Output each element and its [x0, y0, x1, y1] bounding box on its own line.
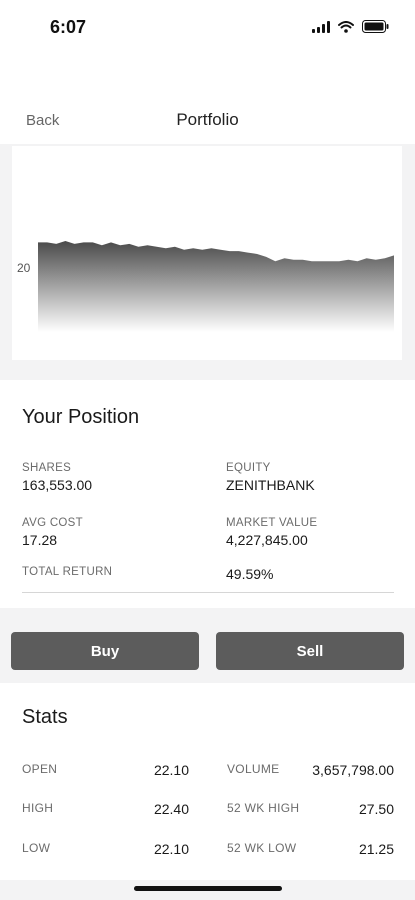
position-heading: Your Position: [22, 406, 140, 428]
total-return-label: TOTAL RETURN: [22, 566, 113, 578]
cellular-signal-icon: [312, 20, 330, 33]
low-label: LOW: [22, 841, 51, 855]
avg-cost-value: 17.28: [22, 532, 58, 548]
avg-cost-label: AVG COST: [22, 517, 83, 529]
stats-heading: Stats: [22, 706, 68, 728]
status-bar: 6:07: [0, 0, 415, 56]
price-chart[interactable]: 20: [12, 146, 402, 360]
equity-label: EQUITY: [226, 462, 271, 474]
52-week-low-label: 52 WK LOW: [227, 841, 297, 855]
sell-button[interactable]: Sell: [216, 632, 404, 670]
y-tick-label: 20: [17, 261, 31, 275]
home-indicator[interactable]: [134, 886, 282, 891]
low-value: 22.10: [153, 841, 189, 857]
shares-label: SHARES: [22, 462, 72, 474]
page-title: Portfolio: [176, 110, 239, 129]
buy-button[interactable]: Buy: [11, 632, 199, 670]
price-area-series: [38, 241, 394, 332]
total-return-value: 49.59%: [226, 566, 274, 582]
status-time: 6:07: [50, 17, 87, 37]
navigation-bar: Back Portfolio: [0, 98, 415, 144]
volume-value: 3,657,798.00: [312, 762, 394, 778]
price-chart-card: 20: [12, 146, 402, 360]
status-icons: [312, 20, 389, 33]
market-value-label: MARKET VALUE: [226, 517, 318, 529]
52-week-low-value: 21.25: [358, 841, 394, 857]
high-label: HIGH: [22, 801, 54, 815]
52-week-high-label: 52 WK HIGH: [227, 801, 300, 815]
wifi-icon: [338, 20, 354, 33]
high-value: 22.40: [153, 801, 189, 817]
market-value-value: 4,227,845.00: [226, 532, 308, 548]
shares-value: 163,553.00: [22, 477, 93, 493]
equity-value: ZENITHBANK: [226, 477, 315, 493]
stats-card: Stats OPEN 22.10 VOLUME 3,657,798.00 HIG…: [0, 683, 415, 880]
52-week-high-value: 27.50: [358, 801, 394, 817]
volume-label: VOLUME: [227, 762, 280, 776]
position-divider: [22, 592, 394, 593]
position-card: Your Position SHARES 163,553.00 EQUITY Z…: [0, 380, 415, 608]
open-value: 22.10: [153, 762, 189, 778]
battery-icon: [362, 20, 389, 33]
open-label: OPEN: [22, 762, 58, 776]
